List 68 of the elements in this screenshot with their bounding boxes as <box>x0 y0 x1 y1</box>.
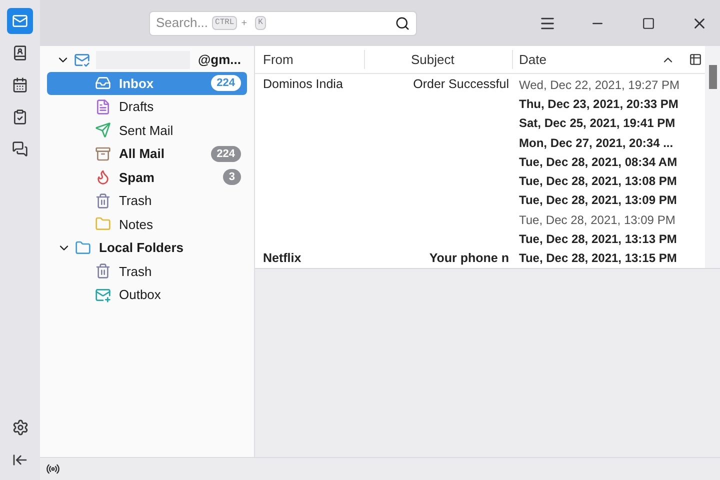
date-cell-text: Mon, Dec 27, 2021, 20:34 ... <box>518 134 674 152</box>
keyboard-key: K <box>255 16 266 30</box>
outbox-icon <box>95 286 111 303</box>
address-book-icon <box>12 45 28 61</box>
sender-cell: Netflix <box>263 250 302 265</box>
unread-count-badge: 3 <box>222 169 241 186</box>
folder-name: Spam <box>119 168 154 187</box>
folder-item[interactable]: Outbox <box>47 283 247 306</box>
date-cell-text: Tue, Dec 28, 2021, 13:08 PM <box>518 173 677 190</box>
send-icon <box>95 122 111 138</box>
unread-count-badge: 224 <box>210 146 241 162</box>
folder-name: Local Folders <box>99 239 184 257</box>
column-header[interactable]: Subject <box>365 50 513 70</box>
column-header[interactable]: From <box>255 50 365 70</box>
search-icon[interactable] <box>395 16 410 30</box>
folder-item[interactable]: Spam 3 <box>47 166 247 189</box>
chat-icon <box>12 141 28 157</box>
settings-icon[interactable] <box>12 419 28 436</box>
folder-name: Trash <box>119 262 152 280</box>
folder-item[interactable]: All Mail 224 <box>47 142 247 166</box>
folder-name: Sent Mail <box>119 122 174 140</box>
date-cell-text: Thu, Dec 23, 2021, 20:33 PM <box>518 96 678 113</box>
folder-icon <box>95 216 111 232</box>
folder-item[interactable]: @gm... <box>47 48 247 72</box>
folder-name: Drafts <box>119 98 154 116</box>
folder-item[interactable]: Trash <box>47 260 247 283</box>
date-cell-text: Wed, Dec 22, 2021, 19:27 PM <box>518 76 680 94</box>
date-cell-text: Tue, Dec 28, 2021, 13:13 PM <box>518 231 677 248</box>
maximize-icon[interactable] <box>642 16 655 30</box>
mail-icon <box>12 13 28 29</box>
date-cell-text: Tue, Dec 28, 2021, 13:09 PM <box>518 212 676 229</box>
trash-icon <box>95 263 111 280</box>
folder-item[interactable]: Drafts <box>47 95 247 118</box>
date-cell-text: Sat, Dec 25, 2021, 19:41 PM <box>518 115 676 132</box>
folder-name: All Mail <box>119 145 165 163</box>
sender-cell: Dominos India <box>263 77 343 92</box>
unread-count-badge: 224 <box>210 75 241 92</box>
column-picker-icon[interactable] <box>689 53 702 66</box>
archive-box-icon <box>95 146 111 162</box>
draft-document-icon <box>95 98 111 115</box>
folder-name: Inbox <box>119 74 154 92</box>
clipboard-check-icon <box>12 109 28 125</box>
date-cell-text: Tue, Dec 28, 2021, 13:09 PM <box>518 192 677 210</box>
subject-cell-text: Your phone n <box>429 250 509 267</box>
folder-name: Trash <box>119 192 152 210</box>
flame-icon <box>95 169 111 186</box>
subject-cell-text: Order Successful <box>413 76 509 94</box>
folder-item[interactable]: Sent Mail <box>47 118 247 142</box>
collapse-icon[interactable] <box>12 452 28 468</box>
trash-icon <box>95 192 111 209</box>
keyboard-key: CTRL <box>212 16 238 30</box>
folder-name: Outbox <box>119 286 161 304</box>
mail-account-icon <box>74 52 90 68</box>
online-status-icon[interactable] <box>46 462 60 476</box>
date-cell-text: Tue, Dec 28, 2021, 13:15 PM <box>518 250 677 268</box>
folder-name: @gm... <box>198 51 241 69</box>
calendar-icon <box>12 77 28 93</box>
inbox-icon <box>95 75 111 92</box>
scrollbar[interactable] <box>705 46 720 268</box>
folder-item[interactable]: Local Folders <box>47 236 247 260</box>
folder-item[interactable]: Trash <box>47 189 247 212</box>
search-placeholder: Search... <box>156 14 208 32</box>
plus-sign: + <box>241 16 248 30</box>
folder-icon <box>75 240 91 256</box>
column-header[interactable]: Date <box>513 50 546 70</box>
folder-item[interactable]: Notes <box>47 212 247 236</box>
folder-name: Notes <box>119 216 153 234</box>
date-cell-text: Tue, Dec 28, 2021, 08:34 AM <box>518 154 678 171</box>
